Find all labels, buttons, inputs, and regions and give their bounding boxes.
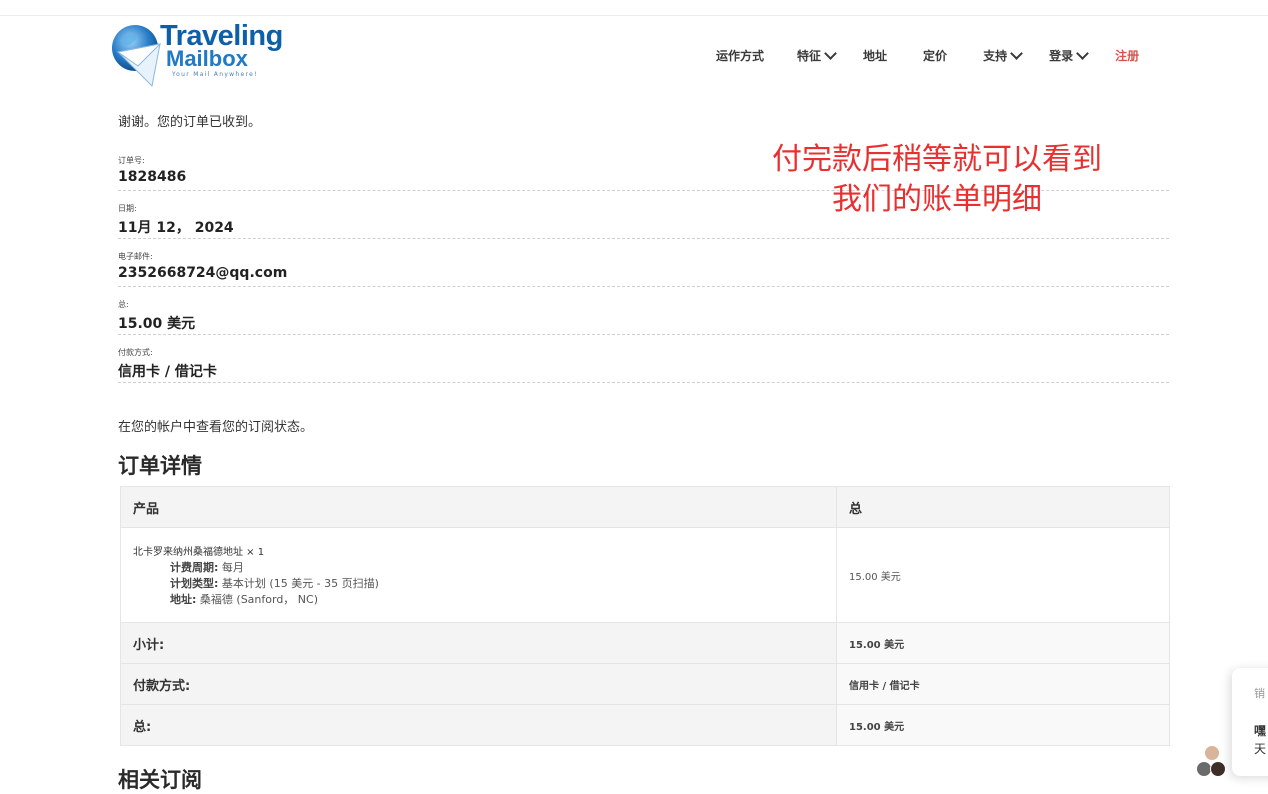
subtotal-row: 小计: 15.00 美元 bbox=[120, 622, 1170, 664]
col-product-header: 产品 bbox=[120, 486, 837, 528]
order-total-row: 总: 15.00 美元 bbox=[118, 287, 1169, 335]
order-number-label: 订单号: bbox=[118, 156, 145, 165]
plan-type-label: 计划类型: bbox=[170, 576, 219, 590]
order-total-label: 总: bbox=[118, 300, 129, 309]
payment-method-footer-row: 付款方式: 信用卡 / 借记卡 bbox=[120, 663, 1170, 705]
payment-method-row: 付款方式: 信用卡 / 借记卡 bbox=[118, 335, 1169, 383]
traveling-mailbox-logo[interactable]: Traveling Mailbox Your Mail Anywhere! bbox=[108, 22, 283, 92]
nav-support-label: 支持 bbox=[983, 49, 1008, 63]
payment-method-footer-value: 信用卡 / 借记卡 bbox=[836, 663, 1170, 705]
total-label: 总: bbox=[120, 704, 837, 746]
payment-method-label: 付款方式: bbox=[118, 348, 153, 357]
product-cell: 北卡罗来纳州桑福德地址 × 1 计费周期: 每月 计划类型: 基本计划 (15 … bbox=[120, 527, 837, 623]
order-date-label: 日期: bbox=[118, 204, 137, 213]
chevron-down-icon bbox=[1010, 47, 1023, 60]
billing-cycle-label: 计费周期: bbox=[170, 560, 219, 574]
nav-login[interactable]: 登录 bbox=[1049, 47, 1089, 64]
chevron-down-icon bbox=[824, 47, 837, 60]
plan-type-meta: 计划类型: 基本计划 (15 美元 - 35 页扫描) bbox=[133, 576, 824, 592]
chevron-down-icon bbox=[1076, 47, 1089, 60]
nav-login-label: 登录 bbox=[1049, 49, 1074, 63]
nav-addresses[interactable]: 地址 bbox=[863, 47, 887, 64]
subtotal-value: 15.00 美元 bbox=[836, 622, 1170, 664]
payment-method-value: 信用卡 / 借记卡 bbox=[118, 364, 217, 380]
total-row: 总: 15.00 美元 bbox=[120, 704, 1170, 746]
logo-text-mailbox: Mailbox bbox=[166, 46, 248, 71]
plan-type-value: 基本计划 (15 美元 - 35 页扫描) bbox=[221, 576, 379, 590]
col-total-header: 总 bbox=[836, 486, 1170, 528]
view-subscription-status-text: 在您的帐户中查看您的订阅状态。 bbox=[118, 420, 314, 435]
nav-features[interactable]: 特征 bbox=[797, 47, 837, 64]
order-number-value: 1828486 bbox=[118, 169, 187, 185]
order-details-table: 产品 总 北卡罗来纳州桑福德地址 × 1 计费周期: 每月 计划类型: 基本计划… bbox=[120, 486, 1170, 746]
nav-support[interactable]: 支持 bbox=[983, 47, 1023, 64]
chat-line-1: 销 bbox=[1254, 687, 1265, 700]
address-label: 地址: bbox=[170, 592, 197, 606]
order-email-label: 电子邮件: bbox=[118, 252, 153, 261]
annotation-line-1: 付完款后稍等就可以看到 bbox=[772, 142, 1102, 177]
address-meta: 地址: 桑福德 (Sanford， NC) bbox=[133, 592, 824, 608]
order-email-row: 电子邮件: 2352668724@qq.com bbox=[118, 239, 1169, 287]
table-header-row: 产品 总 bbox=[120, 486, 1170, 528]
chat-widget-card[interactable]: 销 嘿 天 bbox=[1232, 668, 1268, 776]
nav-how-it-works[interactable]: 运作方式 bbox=[716, 47, 764, 64]
related-subscriptions-heading: 相关订阅 bbox=[118, 768, 202, 792]
product-amount: 15.00 美元 bbox=[836, 527, 1170, 623]
order-details-heading: 订单详情 bbox=[118, 454, 202, 478]
table-row: 北卡罗来纳州桑福德地址 × 1 计费周期: 每月 计划类型: 基本计划 (15 … bbox=[120, 527, 1170, 623]
order-received-message: 谢谢。您的订单已收到。 bbox=[118, 115, 262, 130]
billing-cycle-meta: 计费周期: 每月 bbox=[133, 560, 824, 576]
order-date-value: 11月 12， 2024 bbox=[118, 220, 234, 236]
payment-method-footer-label: 付款方式: bbox=[120, 663, 837, 705]
chat-line-3: 天 bbox=[1254, 742, 1267, 756]
globe-envelope-icon bbox=[112, 25, 162, 88]
nav-signup[interactable]: 注册 bbox=[1115, 47, 1139, 64]
billing-cycle-value: 每月 bbox=[221, 560, 244, 574]
avatar bbox=[1210, 761, 1226, 777]
nav-pricing[interactable]: 定价 bbox=[923, 47, 947, 64]
product-name[interactable]: 北卡罗来纳州桑福德地址 × 1 bbox=[133, 543, 824, 558]
subtotal-label: 小计: bbox=[120, 622, 837, 664]
order-email-value: 2352668724@qq.com bbox=[118, 265, 288, 281]
chat-line-2: 嘿 bbox=[1254, 724, 1267, 738]
order-total-value: 15.00 美元 bbox=[118, 316, 196, 332]
annotation-line-2: 我们的账单明细 bbox=[832, 182, 1042, 217]
chat-agent-avatars[interactable] bbox=[1194, 743, 1230, 779]
top-divider bbox=[0, 15, 1268, 16]
main-nav: 运作方式 特征 地址 定价 支持 登录 注册 bbox=[716, 47, 1139, 64]
logo-tagline: Your Mail Anywhere! bbox=[172, 71, 258, 78]
total-value: 15.00 美元 bbox=[836, 704, 1170, 746]
red-annotation: 付完款后稍等就可以看到 我们的账单明细 bbox=[752, 140, 1122, 220]
address-value: 桑福德 (Sanford， NC) bbox=[199, 592, 319, 606]
avatar bbox=[1204, 745, 1220, 761]
nav-features-label: 特征 bbox=[797, 49, 822, 63]
